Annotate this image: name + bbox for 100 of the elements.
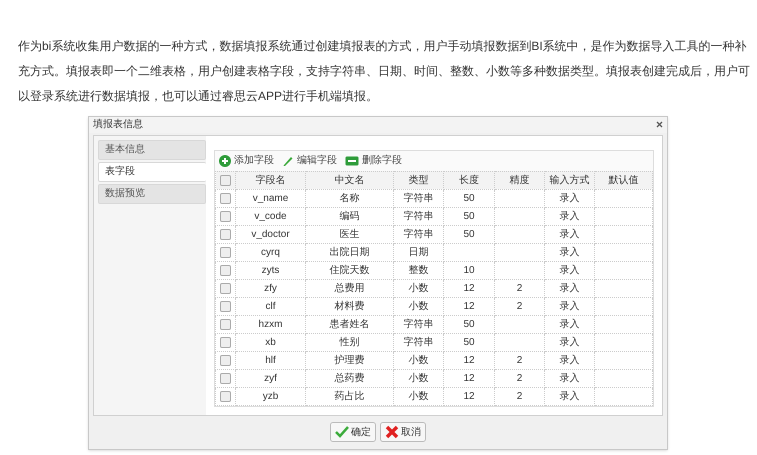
sidebar-tab[interactable]: 数据预览: [98, 184, 206, 204]
column-header: 字段名: [236, 171, 306, 190]
table-cell: 录入: [544, 297, 594, 316]
toolbar-button[interactable]: 删除字段: [345, 153, 402, 168]
plus-icon: [219, 154, 231, 167]
row-checkbox[interactable]: [220, 372, 231, 384]
table-cell: zfy: [236, 279, 306, 298]
table-cell: 12: [444, 279, 494, 298]
table-cell: 录入: [544, 207, 594, 226]
table-cell: 字符串: [394, 333, 444, 352]
row-checkbox[interactable]: [220, 336, 231, 348]
row-checkbox[interactable]: [220, 228, 231, 240]
table-cell: 50: [444, 315, 494, 334]
row-checkbox[interactable]: [220, 390, 231, 402]
table-cell: 患者姓名: [306, 315, 394, 334]
table-cell: [494, 225, 544, 244]
table-cell: [494, 333, 544, 352]
row-checkbox[interactable]: [220, 318, 231, 330]
table-cell: 录入: [544, 315, 594, 334]
table-cell: 字符串: [394, 189, 444, 208]
table-cell: 录入: [544, 189, 594, 208]
table-cell: 12: [444, 297, 494, 316]
table-cell: 小数: [394, 387, 444, 406]
table-cell: 2: [494, 369, 544, 388]
table-cell: 总费用: [306, 279, 394, 298]
table-cell: [444, 243, 494, 262]
table-cell: [594, 243, 652, 262]
intro-paragraph: 作为bi系统收集用户数据的一种方式，数据填报系统通过创建填报表的方式，用户手动填报数据到BI系统中，是作为数据导入工具的一种补充方式。填报表即一个二维表格，用户创建表格字段，支持字符串、日期、时间、整数、小数等多种数据类型。填报表创建完成后，用户可以登录系统进行数据填报，也可以通过睿思云APP进行手机端填报。: [18, 38, 751, 105]
table-cell: 字符串: [394, 225, 444, 244]
table-cell: [594, 315, 652, 334]
close-icon: [385, 425, 399, 440]
dialog-title: 填报表信息: [93, 118, 143, 132]
table-cell: 名称: [306, 189, 394, 208]
table-cell: 录入: [544, 225, 594, 244]
table-cell: 整数: [394, 261, 444, 280]
row-checkbox[interactable]: [220, 354, 231, 366]
table-cell: 50: [444, 333, 494, 352]
column-header: 精度: [494, 171, 544, 190]
table-cell: 医生: [306, 225, 394, 244]
table-cell: zyts: [236, 261, 306, 280]
table-cell: 50: [444, 207, 494, 226]
sidebar-tab[interactable]: 基本信息: [98, 140, 206, 160]
table-cell: xb: [236, 333, 306, 352]
table-cell: [594, 333, 652, 352]
sidebar-tab[interactable]: 表字段: [98, 162, 206, 182]
table-cell: [594, 279, 652, 298]
toolbar-button[interactable]: 编辑字段: [282, 153, 337, 168]
table-cell: 材料费: [306, 297, 394, 316]
row-checkbox[interactable]: [220, 264, 231, 276]
column-header: 中文名: [306, 171, 394, 190]
minus-icon: [345, 156, 359, 166]
table-cell: 性别: [306, 333, 394, 352]
table-cell: [494, 189, 544, 208]
table-cell: 录入: [544, 369, 594, 388]
table-cell: 药占比: [306, 387, 394, 406]
table-cell: hzxm: [236, 315, 306, 334]
table-cell: [594, 297, 652, 316]
table-cell: 字符串: [394, 315, 444, 334]
column-header: 默认值: [594, 171, 652, 190]
header-checkbox[interactable]: [220, 174, 231, 186]
table-cell: 录入: [544, 333, 594, 352]
table-cell: [594, 369, 652, 388]
table-cell: v_name: [236, 189, 306, 208]
table-cell: [594, 225, 652, 244]
row-checkbox[interactable]: [220, 246, 231, 258]
table-cell: zyf: [236, 369, 306, 388]
column-header: 输入方式: [544, 171, 594, 190]
pencil-icon: [282, 154, 294, 167]
row-checkbox[interactable]: [220, 210, 231, 222]
dialog-button[interactable]: 确定: [330, 422, 376, 442]
table-cell: 2: [494, 351, 544, 370]
row-checkbox[interactable]: [220, 192, 231, 204]
checkmark-icon: [335, 426, 349, 438]
table-cell: 录入: [544, 351, 594, 370]
row-checkbox[interactable]: [220, 300, 231, 312]
table-cell: 小数: [394, 351, 444, 370]
table-cell: 住院天数: [306, 261, 394, 280]
close-icon[interactable]: [656, 121, 663, 128]
dialog-button[interactable]: 取消: [380, 422, 426, 442]
table-cell: [494, 315, 544, 334]
table-cell: [494, 261, 544, 280]
table-cell: [594, 387, 652, 406]
table-cell: 2: [494, 279, 544, 298]
table-cell: 50: [444, 189, 494, 208]
table-cell: 出院日期: [306, 243, 394, 262]
table-cell: 2: [494, 387, 544, 406]
table-cell: 护理费: [306, 351, 394, 370]
table-cell: 12: [444, 369, 494, 388]
table-cell: [594, 189, 652, 208]
table-cell: [594, 351, 652, 370]
table-cell: [594, 261, 652, 280]
table-cell: 总药费: [306, 369, 394, 388]
row-checkbox[interactable]: [220, 282, 231, 294]
table-cell: 录入: [544, 261, 594, 280]
table-cell: v_doctor: [236, 225, 306, 244]
table-cell: 录入: [544, 279, 594, 298]
column-header: 长度: [444, 171, 494, 190]
toolbar-button[interactable]: 添加字段: [219, 153, 274, 168]
table-cell: 2: [494, 297, 544, 316]
table-cell: [494, 207, 544, 226]
